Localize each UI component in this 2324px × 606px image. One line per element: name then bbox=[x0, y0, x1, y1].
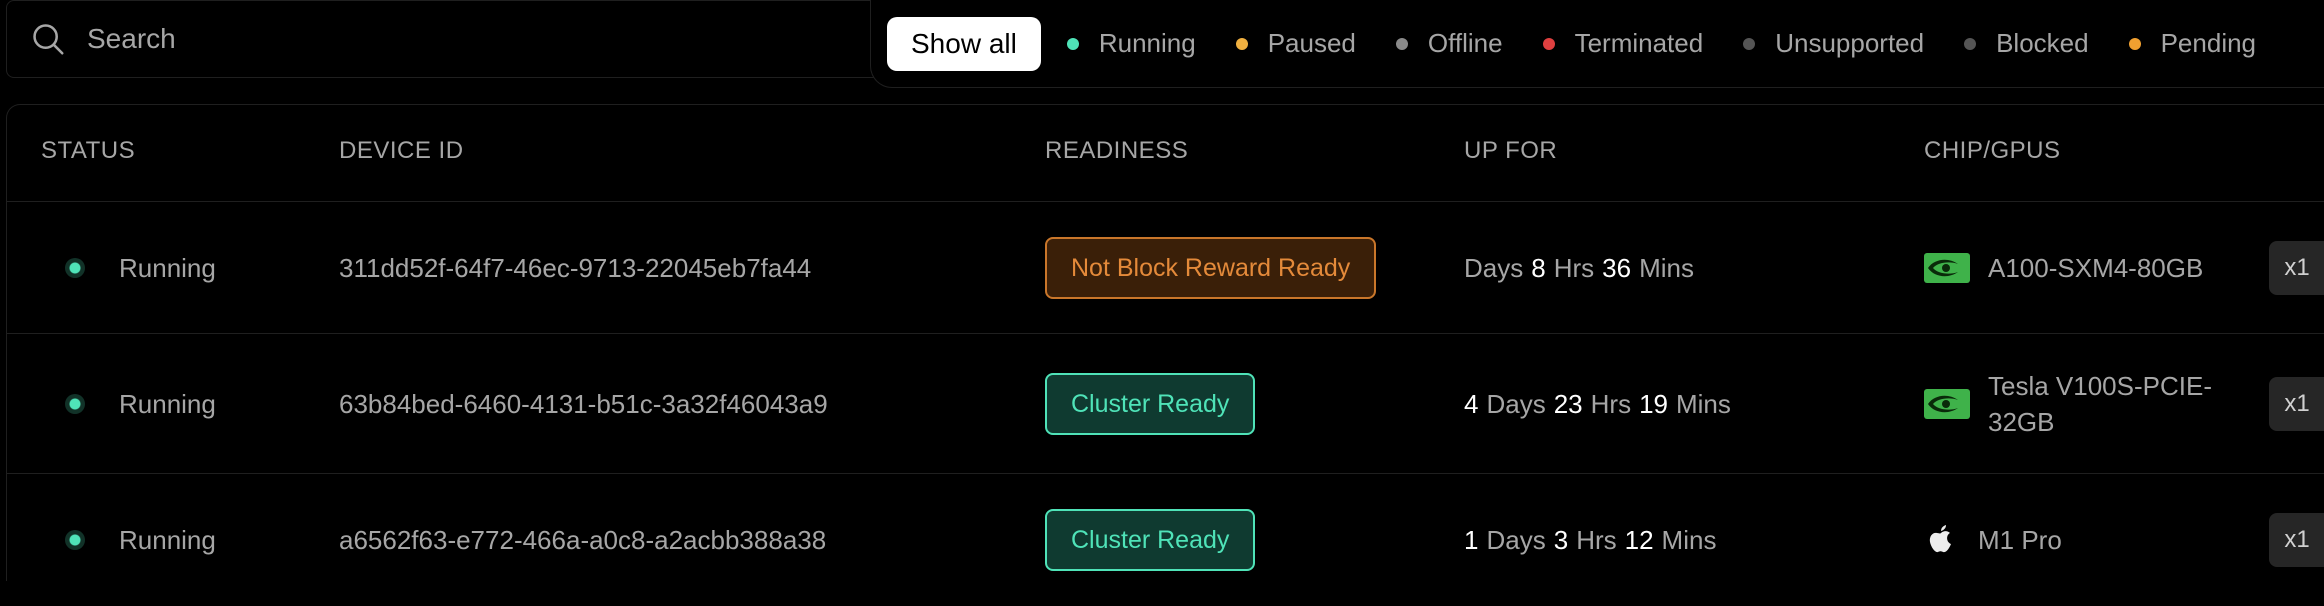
uptime-days-label: Days bbox=[1486, 388, 1546, 419]
nvidia-icon bbox=[1924, 389, 1970, 419]
chip-name: A100-SXM4-80GB bbox=[1988, 253, 2204, 283]
uptime-hrs-label: Hrs bbox=[1553, 252, 1595, 283]
table-row[interactable]: Running a6562f63-e772-466a-a0c8-a2acbb38… bbox=[7, 473, 2324, 606]
filter-pending[interactable]: Pending bbox=[2128, 28, 2257, 59]
apple-icon bbox=[1929, 525, 1951, 553]
header-status[interactable]: STATUS bbox=[41, 137, 135, 165]
gpu-count-badge: x1 bbox=[2269, 377, 2324, 431]
filter-paused[interactable]: Paused bbox=[1235, 28, 1356, 59]
uptime-mins-label: Mins bbox=[1661, 524, 1717, 555]
status-dot-icon bbox=[1743, 37, 1756, 50]
chip-cell: A100-SXM4-80GB bbox=[1924, 202, 2203, 334]
filter-label: Running bbox=[1098, 28, 1196, 58]
filter-offline[interactable]: Offline bbox=[1395, 28, 1503, 59]
uptime-days-value: 4 bbox=[1464, 388, 1479, 419]
header-device-id[interactable]: DEVICE ID bbox=[339, 137, 464, 165]
chip-cell: M1 Pro bbox=[1924, 474, 2062, 606]
status-filter-bar: Show all Running Paused Offline Terminat… bbox=[870, 0, 2324, 88]
uptime-mins-label: Mins bbox=[1676, 388, 1731, 419]
filter-blocked[interactable]: Blocked bbox=[1964, 28, 2089, 59]
uptime-hrs-label: Hrs bbox=[1590, 388, 1632, 419]
uptime-mins-label: Mins bbox=[1639, 252, 1694, 283]
status-text: Running bbox=[119, 524, 216, 555]
show-all-button[interactable]: Show all bbox=[887, 16, 1041, 71]
uptime-mins-value: 19 bbox=[1639, 388, 1668, 419]
status-dot-icon bbox=[1395, 37, 1408, 50]
readiness-cell: Not Block Reward Ready bbox=[1045, 202, 1377, 334]
device-id[interactable]: 63b84bed-6460-4131-b51c-3a32f46043a9 bbox=[339, 334, 828, 474]
table-row[interactable]: Running 311dd52f-64f7-46ec-9713-22045eb7… bbox=[7, 201, 2324, 334]
table-row[interactable]: Running 63b84bed-6460-4131-b51c-3a32f460… bbox=[7, 333, 2324, 474]
status-dot-icon bbox=[1542, 37, 1555, 50]
search-box[interactable] bbox=[6, 0, 896, 78]
filter-label: Paused bbox=[1267, 28, 1356, 58]
status-dot-icon bbox=[2128, 37, 2141, 50]
status-dot-icon bbox=[1964, 37, 1977, 50]
running-status-icon bbox=[65, 258, 85, 278]
chip-name: M1 Pro bbox=[1978, 525, 2062, 555]
uptime-mins-value: 36 bbox=[1602, 252, 1632, 283]
readiness-cell: Cluster Ready bbox=[1045, 334, 1256, 474]
status-dot-icon bbox=[1235, 37, 1248, 50]
device-id[interactable]: a6562f63-e772-466a-a0c8-a2acbb388a38 bbox=[339, 474, 826, 606]
search-input[interactable] bbox=[85, 22, 869, 56]
readiness-badge: Cluster Ready bbox=[1045, 509, 1256, 571]
uptime: 1 Days 3 Hrs 12 Mins bbox=[1464, 474, 1716, 606]
header-up-for[interactable]: UP FOR bbox=[1464, 137, 1557, 165]
uptime-days-label: Days bbox=[1486, 524, 1546, 555]
uptime-hrs-label: Hrs bbox=[1576, 524, 1617, 555]
filter-label: Terminated bbox=[1574, 28, 1704, 58]
readiness-badge: Cluster Ready bbox=[1045, 373, 1256, 435]
chip-name-line1: Tesla V100S-PCIE- bbox=[1988, 371, 2212, 401]
filter-terminated[interactable]: Terminated bbox=[1542, 28, 1704, 59]
filter-label: Unsupported bbox=[1775, 28, 1925, 58]
device-table: STATUS DEVICE ID READINESS UP FOR CHIP/G… bbox=[6, 104, 2324, 581]
gpu-count-badge: x1 bbox=[2269, 513, 2324, 567]
readiness-badge: Not Block Reward Ready bbox=[1045, 237, 1377, 299]
uptime-hrs-value: 23 bbox=[1553, 388, 1583, 419]
filter-label: Offline bbox=[1427, 28, 1503, 58]
nvidia-icon bbox=[1924, 253, 1970, 283]
chip-name: Tesla V100S-PCIE- 32GB bbox=[1988, 368, 2212, 440]
status-dot-icon bbox=[1066, 37, 1079, 50]
filter-unsupported[interactable]: Unsupported bbox=[1743, 28, 1924, 59]
header-chip-gpus[interactable]: CHIP/GPUS bbox=[1924, 137, 2061, 165]
filter-label: Blocked bbox=[1996, 28, 2089, 58]
uptime-hrs-value: 3 bbox=[1553, 524, 1569, 555]
gpu-count-badge: x1 bbox=[2269, 241, 2324, 295]
running-status-icon bbox=[65, 530, 85, 550]
uptime-hrs-value: 8 bbox=[1531, 252, 1546, 283]
filter-running[interactable]: Running bbox=[1066, 28, 1196, 59]
uptime-days-label: Days bbox=[1464, 252, 1524, 283]
status-text: Running bbox=[119, 388, 216, 419]
header-readiness[interactable]: READINESS bbox=[1045, 137, 1188, 165]
readiness-cell: Cluster Ready bbox=[1045, 474, 1256, 606]
chip-cell: Tesla V100S-PCIE- 32GB bbox=[1924, 334, 2212, 474]
uptime: Days 8 Hrs 36 Mins bbox=[1464, 202, 1694, 334]
uptime-mins-value: 12 bbox=[1624, 524, 1654, 555]
running-status-icon bbox=[65, 394, 85, 414]
uptime: 4 Days 23 Hrs 19 Mins bbox=[1464, 334, 1731, 474]
device-id[interactable]: 311dd52f-64f7-46ec-9713-22045eb7fa44 bbox=[339, 202, 811, 334]
filter-label: Pending bbox=[2160, 28, 2257, 58]
chip-name-line2: 32GB bbox=[1988, 407, 2055, 437]
search-icon bbox=[33, 24, 64, 55]
status-text: Running bbox=[119, 252, 216, 283]
uptime-days-value: 1 bbox=[1464, 524, 1479, 555]
